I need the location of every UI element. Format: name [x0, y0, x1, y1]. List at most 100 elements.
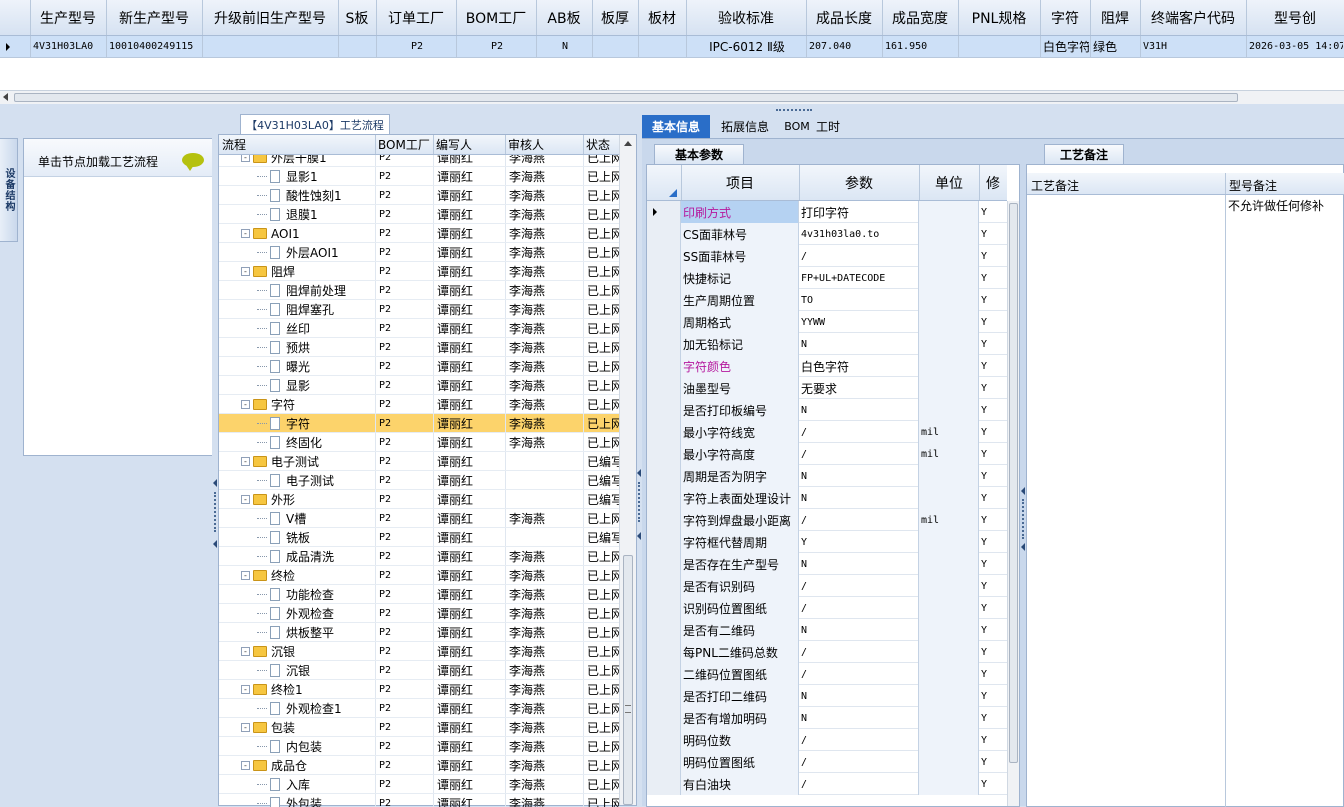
splitter-grip-icon[interactable]	[776, 109, 812, 112]
tree-node[interactable]: 电子测试	[257, 471, 334, 490]
param-value-field[interactable]: /	[799, 245, 919, 267]
collapse-toggle-icon[interactable]: -	[241, 400, 250, 409]
grid-cell[interactable]: 207.040	[809, 36, 881, 57]
grid-cell[interactable]	[341, 36, 375, 57]
column-header[interactable]: 终端客户代码	[1140, 0, 1246, 35]
grid-cell[interactable]	[205, 36, 337, 57]
collapse-left-arrow-icon-2[interactable]	[213, 540, 217, 548]
notes-tab[interactable]: 工艺备注	[1044, 144, 1124, 164]
table-row[interactable]: 油墨型号 无要求 Y	[647, 377, 1007, 399]
column-header[interactable]: 成品长度	[806, 0, 882, 35]
param-value-field[interactable]: YYWW	[799, 311, 919, 333]
table-row[interactable]: 二维码位置图纸 / Y	[647, 663, 1007, 685]
flow-column-header[interactable]: 审核人	[508, 135, 582, 154]
collapse-arrow-icon-2[interactable]	[1021, 543, 1025, 551]
tab-1[interactable]: 拓展信息	[712, 115, 778, 138]
table-row[interactable]: - 终检1 P2 谭丽红 李海燕 已上网	[219, 680, 619, 699]
tree-node[interactable]: - 终检1	[241, 680, 303, 699]
table-row[interactable]: SS面菲林号 / Y	[647, 245, 1007, 267]
column-header[interactable]: 升级前旧生产型号	[202, 0, 338, 35]
param-value-field[interactable]: FP+UL+DATECODE	[799, 267, 919, 289]
tree-node[interactable]: 丝印	[257, 319, 310, 338]
table-row[interactable]: 阻焊前处理 P2 谭丽红 李海燕 已上网	[219, 281, 619, 300]
table-row[interactable]: 是否打印二维码 N Y	[647, 685, 1007, 707]
grid-cell[interactable]	[595, 36, 637, 57]
collapse-left-arrow-icon[interactable]	[213, 479, 217, 487]
column-header[interactable]: 新生产型号	[106, 0, 202, 35]
tree-node[interactable]: 退膜1	[257, 205, 318, 224]
collapse-toggle-icon[interactable]: -	[241, 229, 250, 238]
collapse-arrow-icon-2[interactable]	[637, 532, 641, 540]
tab-3[interactable]: 工时	[812, 115, 844, 138]
table-row[interactable]: 明码位数 / Y	[647, 729, 1007, 751]
column-header[interactable]: 板厚	[592, 0, 638, 35]
collapse-toggle-icon[interactable]: -	[241, 571, 250, 580]
splitter-grip-icon[interactable]	[1022, 499, 1024, 539]
table-row[interactable]: 铣板 P2 谭丽红 已编写	[219, 528, 619, 547]
table-row[interactable]: 有白油块 / Y	[647, 773, 1007, 795]
table-row[interactable]: 生产周期位置 TO Y	[647, 289, 1007, 311]
table-row[interactable]: 终固化 P2 谭丽红 李海燕 已上网	[219, 433, 619, 452]
table-row[interactable]: 是否有二维码 N Y	[647, 619, 1007, 641]
tree-node[interactable]: 显影1	[257, 167, 318, 186]
tree-node[interactable]: 酸性蚀刻1	[257, 186, 342, 205]
table-row[interactable]: 每PNL二维码总数 / Y	[647, 641, 1007, 663]
param-value-field[interactable]: /	[799, 663, 919, 685]
column-header[interactable]: 成品宽度	[882, 0, 958, 35]
tree-node[interactable]: 外层AOI1	[257, 243, 339, 262]
tree-node[interactable]: 外包装	[257, 794, 322, 807]
basic-subtab[interactable]: 基本参数	[654, 144, 744, 164]
tree-node[interactable]: - 阻焊	[241, 262, 295, 281]
table-row[interactable]: V槽 P2 谭丽红 李海燕 已上网	[219, 509, 619, 528]
tree-node[interactable]: 终固化	[257, 433, 322, 452]
param-value-field[interactable]: 白色字符	[799, 355, 919, 377]
table-row[interactable]: 沉银 P2 谭丽红 李海燕 已上网	[219, 661, 619, 680]
table-row[interactable]: 是否存在生产型号 N Y	[647, 553, 1007, 575]
param-value-field[interactable]: /	[799, 575, 919, 597]
column-header[interactable]: S板	[338, 0, 376, 35]
table-row[interactable]: 退膜1 P2 谭丽红 李海燕 已上网	[219, 205, 619, 224]
param-value-field[interactable]: /	[799, 509, 919, 531]
table-row[interactable]: 显影1 P2 谭丽红 李海燕 已上网	[219, 167, 619, 186]
tree-node[interactable]: 入库	[257, 775, 310, 794]
table-row[interactable]: 入库 P2 谭丽红 李海燕 已上网	[219, 775, 619, 794]
scroll-thumb[interactable]	[623, 555, 633, 805]
table-row[interactable]: 字符到焊盘最小距离 / mil Y	[647, 509, 1007, 531]
flow-column-header[interactable]: 状态	[586, 135, 618, 154]
grid-cell[interactable]: N	[539, 36, 591, 57]
table-row[interactable]: 内包装 P2 谭丽红 李海燕 已上网	[219, 737, 619, 756]
column-header[interactable]: 验收标准	[686, 0, 806, 35]
tree-node[interactable]: - 成品仓	[241, 756, 307, 775]
flow-column-header[interactable]: BOM工厂	[378, 135, 432, 154]
collapse-toggle-icon[interactable]: -	[241, 267, 250, 276]
param-value-field[interactable]: 4v31h03la0.to	[799, 223, 919, 245]
tree-node[interactable]: 烘板整平	[257, 623, 334, 642]
process-note-field[interactable]	[1027, 195, 1225, 807]
scroll-left-arrow-icon[interactable]	[3, 93, 8, 101]
collapse-toggle-icon[interactable]: -	[241, 647, 250, 656]
model-note-field[interactable]: 不允许做任何修补	[1226, 195, 1343, 807]
grid-cell[interactable]	[961, 36, 1039, 57]
param-value-field[interactable]: /	[799, 421, 919, 443]
param-value-field[interactable]: N	[799, 465, 919, 487]
tree-node[interactable]: 字符	[257, 414, 310, 433]
column-header[interactable]: BOM工厂	[456, 0, 536, 35]
param-value-field[interactable]: /	[799, 597, 919, 619]
column-header[interactable]: AB板	[536, 0, 592, 35]
table-row[interactable]: 周期是否为阴字 N Y	[647, 465, 1007, 487]
flow-vertical-scrollbar[interactable]	[619, 135, 636, 805]
table-row[interactable]: 功能检查 P2 谭丽红 李海燕 已上网	[219, 585, 619, 604]
table-row[interactable]: 字符颜色 白色字符 Y	[647, 355, 1007, 377]
table-row[interactable]: 加无铅标记 N Y	[647, 333, 1007, 355]
grid-cell[interactable]: 161.950	[885, 36, 957, 57]
table-row[interactable]: 字符上表面处理设计 N Y	[647, 487, 1007, 509]
collapse-arrow-icon[interactable]	[1021, 487, 1025, 495]
tree-node[interactable]: - 外形	[241, 490, 295, 509]
basic-column-header[interactable]: 参数	[801, 165, 917, 200]
table-row[interactable]: 外观检查1 P2 谭丽红 李海燕 已上网	[219, 699, 619, 718]
tree-node[interactable]: - 外层干膜1	[241, 155, 327, 167]
column-header[interactable]: 型号创	[1246, 0, 1344, 35]
vertical-tab-device-structure[interactable]: 设备结构	[0, 138, 18, 242]
collapse-toggle-icon[interactable]: -	[241, 761, 250, 770]
table-row[interactable]: 最小字符高度 / mil Y	[647, 443, 1007, 465]
